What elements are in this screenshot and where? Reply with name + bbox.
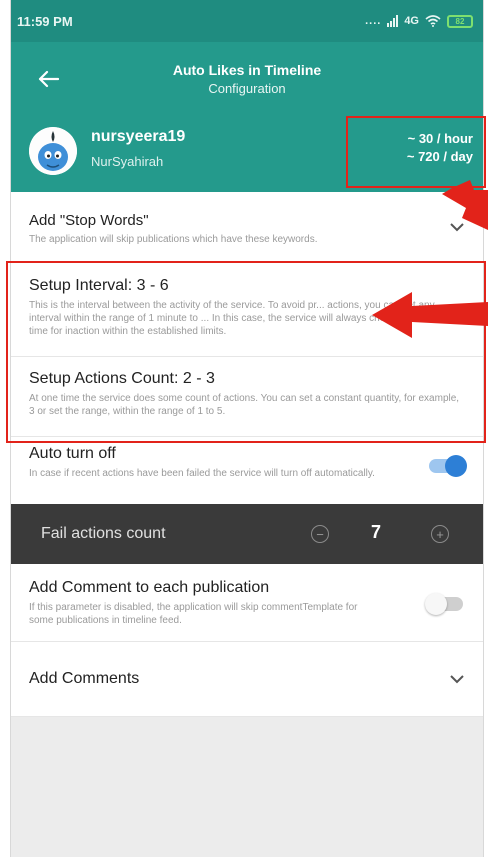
toggle-knob <box>445 455 467 477</box>
app-bar-titles: Auto Likes in Timeline Configuration <box>11 62 483 96</box>
profile-header: nursyeera19 NurSyahirah ~ 30 / hour ~ 72… <box>11 122 483 192</box>
stop-words-row[interactable]: Add "Stop Words" The application will sk… <box>11 192 483 262</box>
add-comment-desc: If this parameter is disabled, the appli… <box>29 602 358 626</box>
rate-stats: ~ 30 / hour ~ 720 / day <box>407 130 473 166</box>
chevron-down-icon <box>450 675 464 684</box>
status-bar: 11:59 PM .... 4G 82 <box>11 0 483 42</box>
fail-actions-value: 7 <box>371 522 382 542</box>
auto-turn-off-desc: In case if recent actions have been fail… <box>29 468 375 479</box>
add-comments-row[interactable]: Add Comments <box>11 642 483 717</box>
signal-icon: .... <box>365 15 382 27</box>
setup-actions-row[interactable]: Setup Actions Count: 2 - 3 At one time t… <box>11 357 483 437</box>
fail-actions-row: Fail actions count − 7 + <box>11 504 483 564</box>
increment-button[interactable]: + <box>431 525 449 543</box>
add-comment-title: Add Comment to each publication <box>29 579 270 596</box>
add-comment-row: Add Comment to each publication If this … <box>11 564 483 642</box>
genie-avatar-icon <box>29 127 77 175</box>
plus-icon: + <box>436 526 444 542</box>
setup-interval-title: Setup Interval: 3 - 6 <box>29 277 169 294</box>
rate-per-day: ~ 720 / day <box>406 149 473 164</box>
auto-turn-off-row: Auto turn off In case if recent actions … <box>11 437 483 504</box>
setup-actions-desc: At one time the service does some count … <box>29 393 460 417</box>
battery-level: 82 <box>455 16 465 26</box>
status-time: 11:59 PM <box>17 13 73 29</box>
status-icons: .... 4G 82 <box>365 14 473 28</box>
page-title: Auto Likes in Timeline <box>172 62 322 78</box>
add-comments-title: Add Comments <box>29 670 140 687</box>
profile-username: nursyeera19 <box>91 128 186 145</box>
setup-interval-row[interactable]: Setup Interval: 3 - 6 This is the interv… <box>11 262 483 357</box>
page-subtitle: Configuration <box>208 81 286 96</box>
rate-per-hour: ~ 30 / hour <box>407 131 473 146</box>
toggle-knob <box>425 593 447 615</box>
setup-interval-desc: This is the interval between the activit… <box>29 300 447 337</box>
profile-display-name: NurSyahirah <box>91 154 164 169</box>
add-comment-toggle[interactable] <box>425 593 463 615</box>
auto-turn-off-title: Auto turn off <box>29 445 116 462</box>
stop-words-title: Add "Stop Words" <box>29 212 149 229</box>
phone-screen: 11:59 PM .... 4G 82 Auto Likes in Timeli… <box>10 0 484 857</box>
network-type: 4G <box>404 15 419 27</box>
fail-actions-label: Fail actions count <box>41 525 166 542</box>
minus-icon: − <box>316 526 324 542</box>
battery-icon: 82 <box>447 14 473 28</box>
app-bar: Auto Likes in Timeline Configuration <box>11 42 483 122</box>
decrement-button[interactable]: − <box>311 525 329 543</box>
chevron-down-icon <box>450 222 464 231</box>
stop-words-desc: The application will skip publications w… <box>29 234 318 245</box>
auto-turn-off-toggle[interactable] <box>429 455 467 477</box>
wifi-icon <box>425 15 441 27</box>
avatar[interactable] <box>29 127 77 175</box>
signal-bars-icon <box>387 15 399 27</box>
setup-actions-title: Setup Actions Count: 2 - 3 <box>29 370 215 387</box>
